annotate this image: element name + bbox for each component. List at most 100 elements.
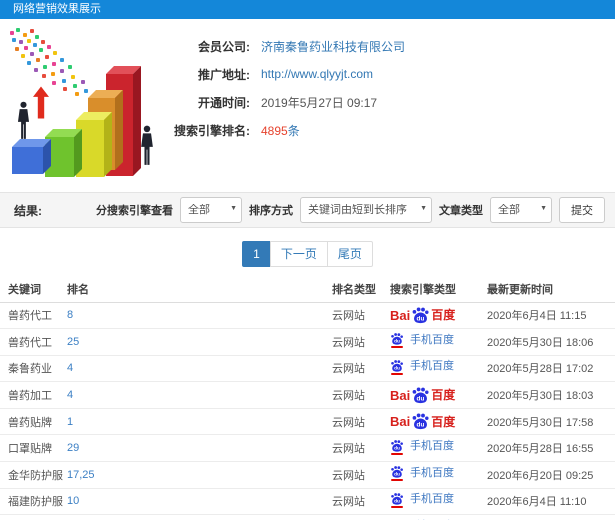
baidu-mobile-logo: du 手机百度	[390, 465, 454, 482]
rank-link[interactable]: 25	[67, 336, 79, 348]
rank-cell: 29	[67, 434, 332, 463]
rank-type-cell	[332, 514, 390, 520]
svg-text:du: du	[394, 445, 400, 451]
rank-link[interactable]: 10	[67, 495, 79, 507]
open-time-label: 开通时间:	[198, 95, 250, 110]
info-row-company: 会员公司: 济南秦鲁药业科技有限公司	[172, 32, 405, 60]
rank-type-cell: 云网站	[332, 328, 390, 356]
baidu-mobile-underline	[391, 346, 403, 349]
businessman-icon	[15, 100, 32, 147]
col-update-time: 最新更新时间	[487, 276, 615, 303]
rank-type-cell: 云网站	[332, 302, 390, 330]
update-time-cell: 2020年5月28日 16:55	[487, 434, 615, 463]
engine-cell: du 手机百度	[390, 461, 487, 489]
baidu-mobile-logo: du 手机百度	[390, 359, 454, 375]
update-time-cell: 2020年5月30日 18:06	[487, 328, 615, 356]
svg-text:du: du	[417, 422, 425, 429]
rank-link[interactable]: 4	[67, 362, 73, 374]
table-row: 兽药加工 4 云网站 Bai du 百度 2020年5月30日 18:03	[0, 381, 615, 409]
baidu-mobile-underline	[391, 372, 403, 375]
rank-link[interactable]: 4	[67, 389, 73, 401]
baidu-pc-logo: Bai du 百度	[390, 307, 456, 323]
company-label: 会员公司:	[198, 39, 250, 54]
keyword-cell: 福建防护服	[0, 488, 67, 516]
submit-button[interactable]: 提交	[559, 197, 605, 223]
rank-cell: 1	[67, 408, 332, 436]
company-info-section: 会员公司: 济南秦鲁药业科技有限公司 推广地址: http://www.qlyy…	[0, 19, 615, 192]
filter-bar: 结果: 分搜索引擎查看 全部 排序方式 关键词由短到长排序 文章类型 全部 提交	[0, 192, 615, 228]
svg-text:du: du	[394, 339, 400, 345]
rank-link[interactable]: 8	[67, 309, 73, 321]
company-name-link[interactable]: 济南秦鲁药业科技有限公司	[261, 40, 405, 54]
company-info-list: 会员公司: 济南秦鲁药业科技有限公司 推广地址: http://www.qlyy…	[172, 19, 405, 192]
rank-cell	[67, 514, 332, 520]
svg-text:du: du	[394, 366, 400, 372]
page-1-button[interactable]: 1	[242, 241, 271, 267]
update-time-cell: 2020年6月4日 11:15	[487, 302, 615, 330]
update-time-cell: 2020年5月28日 17:02	[487, 355, 615, 383]
rank-type-cell: 云网站	[332, 408, 390, 436]
col-rank-type: 排名类型	[332, 276, 390, 303]
rank-link[interactable]: 1	[67, 416, 73, 428]
rank-type-cell: 云网站	[332, 381, 390, 409]
rank-link[interactable]: 29	[67, 442, 79, 454]
article-type-select[interactable]: 全部	[490, 197, 552, 223]
article-type-label: 文章类型	[439, 205, 483, 217]
last-page-button[interactable]: 尾页	[326, 241, 373, 267]
table-row: 兽药贴牌 1 云网站 Bai du 百度 2020年5月30日 17:58	[0, 408, 615, 436]
pagination: 1 下一页 尾页	[0, 241, 615, 267]
svg-text:du: du	[417, 395, 425, 402]
update-time-cell: 2020年6月20日 09:25	[487, 461, 615, 489]
rank-type-cell: 云网站	[332, 355, 390, 383]
rank-type-cell: 云网站	[332, 434, 390, 463]
update-time-cell: 2020年5月30日 18:03	[487, 381, 615, 409]
baidu-pc-logo: Bai du 百度	[390, 413, 456, 430]
table-row: 福建防护服 10 云网站 du 手机百度 2020年6月4日 11:10	[0, 488, 615, 516]
engine-cell: du 手机百度	[390, 434, 487, 463]
info-row-url: 推广地址: http://www.qlyyjt.com	[172, 60, 405, 88]
filter-controls: 分搜索引擎查看 全部 排序方式 关键词由短到长排序 文章类型 全部 提交	[96, 197, 605, 223]
keyword-cell: 口罩贴牌	[0, 434, 67, 463]
rank-link[interactable]: 17,25	[67, 469, 95, 481]
engine-cell: Bai du 百度	[390, 302, 487, 330]
engine-cell: du 手机百度	[390, 488, 487, 516]
engine-cell: du 手机百度	[390, 514, 487, 520]
engine-select[interactable]: 全部	[180, 197, 242, 223]
sort-select[interactable]: 关键词由短到长排序	[300, 197, 432, 223]
keyword-cell	[0, 514, 67, 520]
rank-cell: 10	[67, 488, 332, 516]
update-time-cell: 2020年5月30日 17:58	[487, 408, 615, 436]
growth-chart-illustration	[0, 19, 172, 184]
confetti-decoration	[10, 31, 14, 35]
col-rank: 排名	[67, 276, 332, 303]
businessman-icon	[138, 123, 156, 174]
rank-cell: 8	[67, 302, 332, 330]
keyword-cell: 金华防护服	[0, 461, 67, 489]
sort-filter-label: 排序方式	[249, 205, 293, 217]
keyword-cell: 兽药代工	[0, 328, 67, 356]
keyword-cell: 秦鲁药业	[0, 355, 67, 383]
next-page-button[interactable]: 下一页	[269, 241, 328, 267]
page-title: 网络营销效果展示	[13, 3, 101, 15]
promo-url-link[interactable]: http://www.qlyyjt.com	[261, 67, 373, 81]
rank-cell: 4	[67, 381, 332, 409]
keyword-cell: 兽药代工	[0, 302, 67, 330]
baidu-mobile-logo: du 手机百度	[390, 439, 454, 455]
table-row: 秦鲁药业 4 云网站 du 手机百度 2020年5月28日 17:02	[0, 355, 615, 383]
window-title-bar: 网络营销效果展示	[0, 0, 615, 19]
update-time-cell	[487, 514, 615, 520]
table-row: 口罩贴牌 29 云网站 du 手机百度 2020年5月28日 16:55	[0, 434, 615, 463]
svg-text:du: du	[417, 315, 425, 322]
engine-cell: Bai du 百度	[390, 381, 487, 409]
engine-cell: du 手机百度	[390, 355, 487, 383]
ranking-count-label: 搜索引擎排名:	[174, 123, 250, 138]
baidu-pc-logo: Bai du 百度	[390, 387, 456, 403]
info-row-open-time: 开通时间: 2019年5月27日 09:17	[172, 88, 405, 116]
baidu-mobile-underline	[391, 479, 403, 482]
update-time-cell: 2020年6月4日 11:10	[487, 488, 615, 516]
results-table: 关键词 排名 排名类型 搜索引擎类型 最新更新时间 兽药代工 8 云网站 Bai d…	[0, 276, 615, 520]
baidu-mobile-underline	[391, 452, 403, 455]
promo-url-label: 推广地址:	[198, 67, 250, 82]
bar-blue	[12, 147, 43, 174]
table-row: 兽药代工 8 云网站 Bai du 百度 2020年6月4日 11:15	[0, 302, 615, 330]
